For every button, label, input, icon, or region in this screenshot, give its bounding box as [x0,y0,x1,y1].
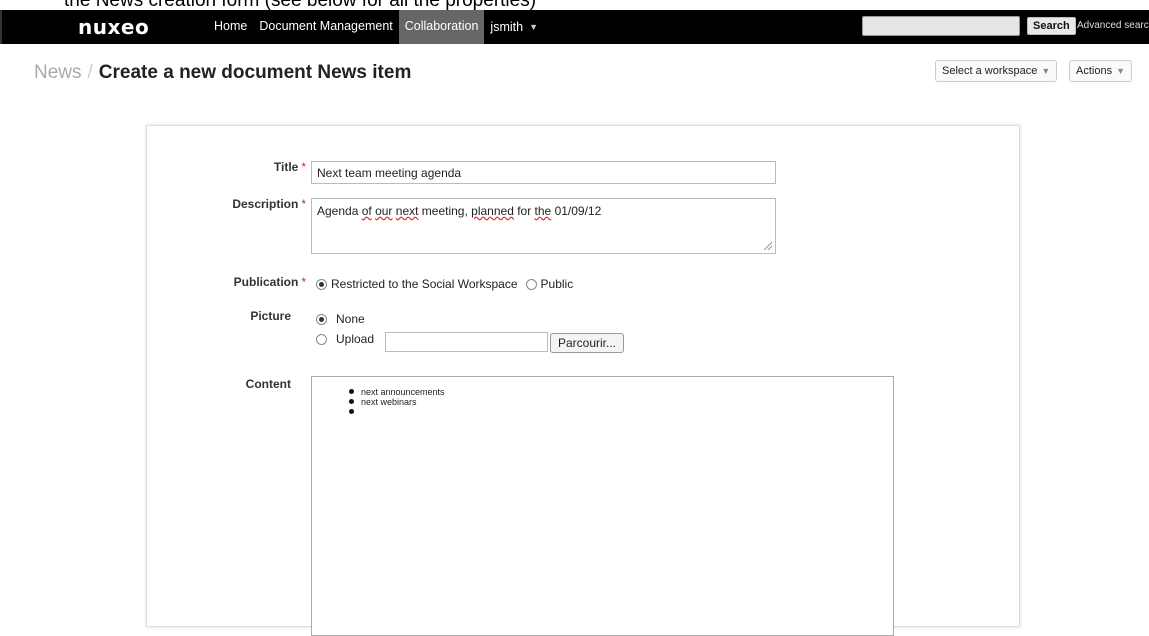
required-marker: * [301,160,306,174]
user-menu[interactable]: jsmith ▼ [484,10,544,44]
title-label: Title * [274,160,306,174]
description-label-text: Description [232,197,299,211]
picture-upload-option: Upload [316,332,374,346]
nuxeo-logo[interactable]: nuxeo [78,15,149,39]
publication-restricted-radio[interactable] [316,278,327,290]
page-title: Create a new document News item [98,62,412,83]
search-input[interactable] [862,16,1020,36]
nav-home[interactable]: Home [208,10,253,44]
description-text: of [361,204,372,218]
description-text: planned [471,204,514,218]
chevron-down-icon: ▼ [529,22,538,32]
workspace-dropdown[interactable]: Select a workspace ▼ [935,60,1058,82]
publication-public-label[interactable]: Public [541,277,574,291]
title-field[interactable] [311,161,776,184]
publication-label-text: Publication [233,275,299,289]
content-bullet-list: next announcements next webinars [349,387,445,417]
picture-none-radio[interactable] [316,313,327,325]
upload-file-path-input[interactable] [385,332,548,352]
caption-text: the News creation form (see below for al… [64,0,536,10]
nav-collaboration[interactable]: Collaboration [398,10,485,44]
picture-none-option: None [316,312,365,326]
description-text: the [534,204,552,218]
title-label-text: Title [273,160,299,174]
advanced-search-link[interactable]: Advanced search [1077,20,1149,31]
top-navigation-bar: nuxeo Home Document Management Collabora… [0,10,1149,44]
chevron-down-icon: ▼ [1041,66,1051,76]
resize-grip-icon[interactable] [764,242,772,250]
breadcrumb: News / Create a new document News item [34,62,411,84]
description-text: for [513,204,535,218]
actions-dropdown[interactable]: Actions ▼ [1069,60,1132,82]
caption-strip: the News creation form (see below for al… [0,0,1149,10]
description-text: our [375,204,393,218]
required-marker: * [301,275,306,289]
description-label: Description * [232,197,306,211]
description-field[interactable]: Agenda of our next meeting, planned for … [311,198,776,254]
picture-label: Picture [250,309,291,323]
breadcrumb-news[interactable]: News [34,62,82,83]
required-marker: * [301,197,306,211]
browse-button[interactable]: Parcourir... [550,333,625,353]
search-button[interactable]: Search [1027,17,1076,35]
description-text: next [395,204,419,218]
description-text: Agenda [317,204,362,218]
list-item: next announcements [349,387,445,397]
description-text: meeting, [418,204,472,218]
publication-options: Restricted to the Social Workspace Publi… [316,277,573,291]
breadcrumb-separator: / [87,62,93,83]
nav-document-management[interactable]: Document Management [253,10,398,44]
actions-dropdown-label: Actions [1076,65,1113,77]
picture-none-label[interactable]: None [336,312,365,326]
main-nav: Home Document Management Collaboration j… [208,10,544,44]
publication-label: Publication * [234,275,306,289]
content-label: Content [245,377,291,391]
workspace-dropdown-label: Select a workspace [942,65,1038,77]
chevron-down-icon: ▼ [1116,66,1125,76]
publication-restricted-label[interactable]: Restricted to the Social Workspace [331,277,518,291]
list-item [349,407,445,417]
content-editor[interactable]: next announcements next webinars [311,376,894,636]
user-name: jsmith [490,20,524,34]
list-item: next webinars [349,397,445,407]
publication-public-radio[interactable] [525,278,537,290]
description-text: 01/09/12 [551,204,602,218]
picture-upload-label[interactable]: Upload [336,332,374,346]
picture-upload-radio[interactable] [316,333,327,345]
